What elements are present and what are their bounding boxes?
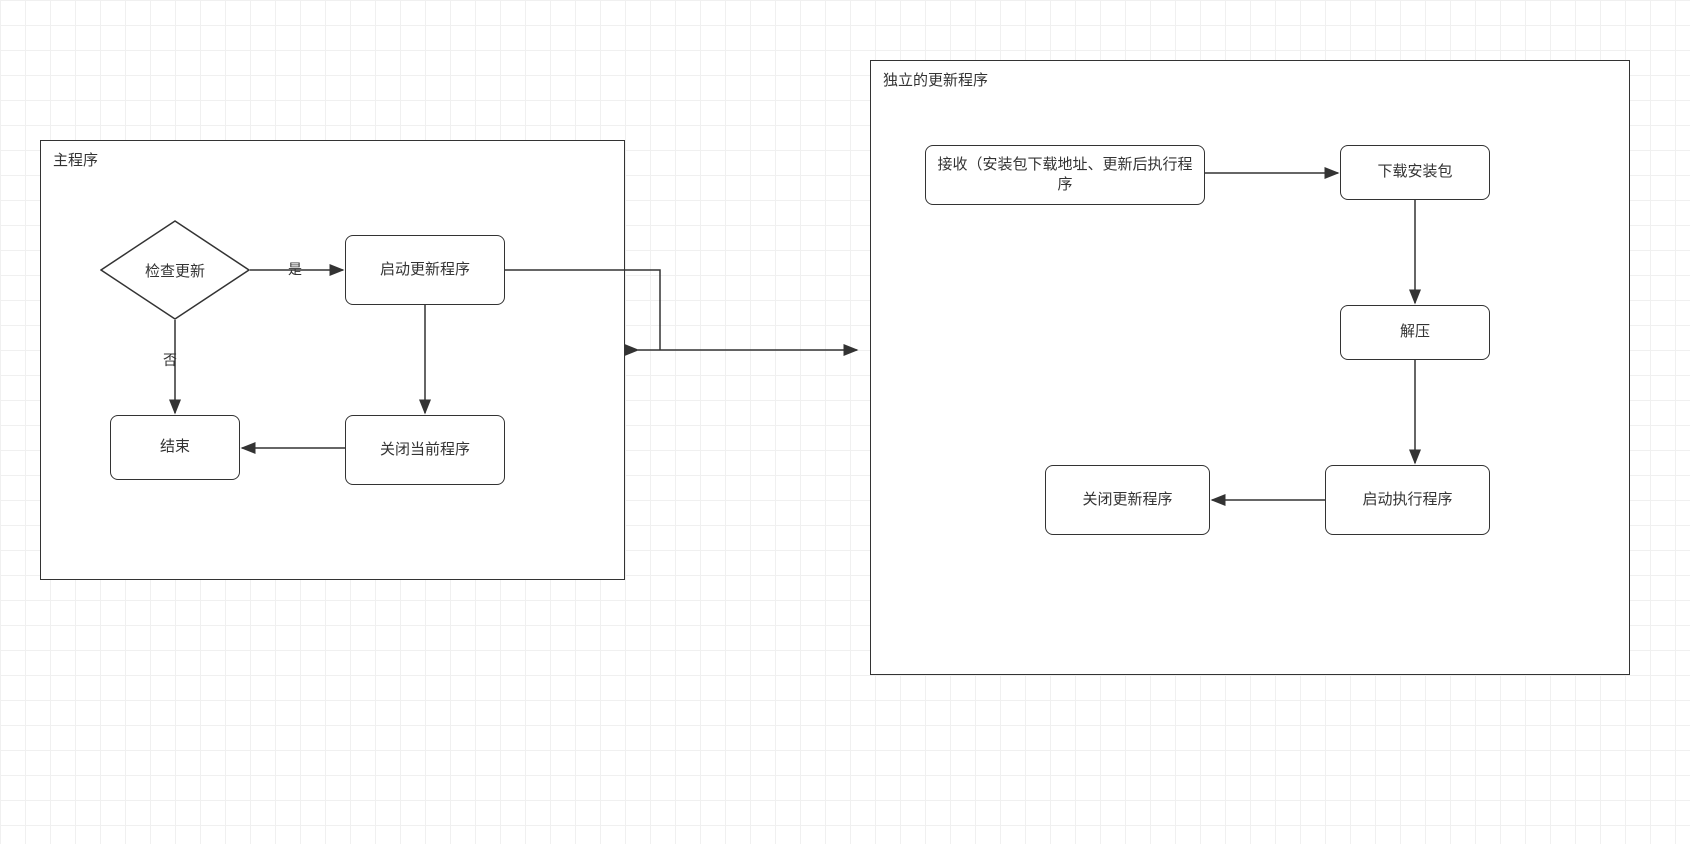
node-download: 下载安装包 — [1340, 145, 1490, 200]
node-check-update: 检查更新 — [100, 220, 250, 320]
container-main-program: 主程序 — [40, 140, 625, 580]
edge-label-yes: 是 — [285, 259, 305, 279]
node-start-exec: 启动执行程序 — [1325, 465, 1490, 535]
node-check-update-label: 检查更新 — [145, 260, 205, 281]
node-end: 结束 — [110, 415, 240, 480]
node-start-updater: 启动更新程序 — [345, 235, 505, 305]
node-receive: 接收（安装包下载地址、更新后执行程序 — [925, 145, 1205, 205]
node-close-updater: 关闭更新程序 — [1045, 465, 1210, 535]
container-updater-title: 独立的更新程序 — [883, 69, 988, 90]
edge-label-no: 否 — [160, 350, 180, 370]
node-extract: 解压 — [1340, 305, 1490, 360]
diagram-canvas: 主程序 独立的更新程序 检查更新 启动更新程序 结束 关闭当前程序 接收（安装包… — [0, 0, 1690, 844]
container-main-title: 主程序 — [53, 149, 98, 170]
node-close-current: 关闭当前程序 — [345, 415, 505, 485]
